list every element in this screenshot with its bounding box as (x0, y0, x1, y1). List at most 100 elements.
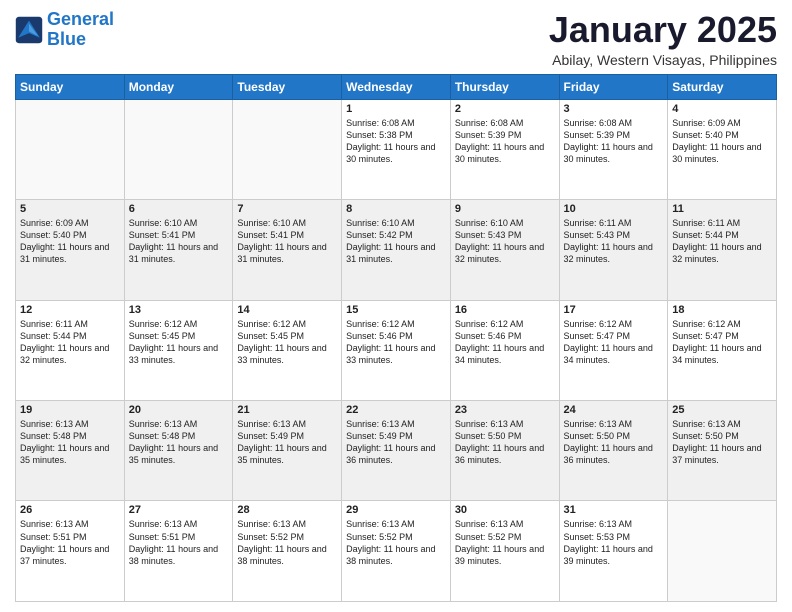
day-cell-24: 24Sunrise: 6:13 AMSunset: 5:50 PMDayligh… (559, 401, 668, 501)
daylight-text: Daylight: 11 hours and 36 minutes. (455, 443, 544, 465)
week-row-5: 26 Sunrise: 6:13 AM Sunset: 5:51 PM Dayligh… (16, 501, 777, 602)
daylight-text: Daylight: 11 hours and 34 minutes. (672, 343, 761, 365)
sunset-text: Sunset: 5:51 PM (20, 532, 87, 542)
day-number: 14 (237, 304, 337, 316)
day-cell-20: 20Sunrise: 6:13 AMSunset: 5:48 PMDayligh… (124, 401, 233, 501)
day-cell-6: 6Sunrise: 6:10 AMSunset: 5:41 PMDaylight… (124, 200, 233, 300)
day-cell-22: 22Sunrise: 6:13 AMSunset: 5:49 PMDayligh… (342, 401, 451, 501)
day-info: Sunrise: 6:13 AMSunset: 5:52 PMDaylight:… (237, 518, 337, 567)
sunrise-text: Sunrise: 6:11 AM (20, 319, 88, 329)
day-number: 23 (455, 404, 555, 416)
sunset-text: Sunset: 5:42 PM (346, 230, 413, 240)
page: General Blue January 2025 Abilay, Wester… (0, 0, 792, 612)
day-number: 15 (346, 304, 446, 316)
day-number: 31 (564, 504, 664, 516)
sunset-text: Sunset: 5:47 PM (564, 331, 631, 341)
day-cell-25: 25Sunrise: 6:13 AMSunset: 5:50 PMDayligh… (668, 401, 777, 501)
day-cell-13: 13Sunrise: 6:12 AMSunset: 5:45 PMDayligh… (124, 300, 233, 400)
sunset-text: Sunset: 5:49 PM (237, 431, 304, 441)
sunrise-text: Sunrise: 6:12 AM (129, 319, 198, 329)
day-number: 26 (20, 504, 120, 516)
col-header-thursday: Thursday (450, 74, 559, 99)
daylight-text: Daylight: 11 hours and 31 minutes. (237, 242, 326, 264)
day-info: Sunrise: 6:08 AMSunset: 5:38 PMDaylight:… (346, 117, 446, 166)
logo-line2: Blue (47, 30, 114, 50)
sunset-text: Sunset: 5:45 PM (237, 331, 304, 341)
day-info: Sunrise: 6:13 AMSunset: 5:50 PMDaylight:… (564, 418, 664, 467)
day-info: Sunrise: 6:12 AMSunset: 5:46 PMDaylight:… (455, 318, 555, 367)
sunrise-text: Sunrise: 6:13 AM (455, 419, 524, 429)
sunset-text: Sunset: 5:40 PM (20, 230, 87, 240)
sunset-text: Sunset: 5:47 PM (672, 331, 739, 341)
day-cell-5: 5Sunrise: 6:09 AMSunset: 5:40 PMDaylight… (16, 200, 125, 300)
daylight-text: Daylight: 11 hours and 35 minutes. (237, 443, 326, 465)
sunrise-text: Sunrise: 6:10 AM (346, 218, 415, 228)
day-number: 29 (346, 504, 446, 516)
title-block: January 2025 Abilay, Western Visayas, Ph… (549, 10, 777, 68)
day-number: 18 (672, 304, 772, 316)
subtitle: Abilay, Western Visayas, Philippines (549, 52, 777, 68)
sunrise-text: Sunrise: 6:13 AM (20, 419, 89, 429)
sunset-text: Sunset: 5:53 PM (564, 532, 631, 542)
day-cell-23: 23 Sunrise: 6:13 AMSunset: 5:50 PMDayligh… (450, 401, 559, 501)
daylight-text: Daylight: 11 hours and 32 minutes. (672, 242, 761, 264)
day-number: 28 (237, 504, 337, 516)
day-info: Sunrise: 6:08 AMSunset: 5:39 PMDaylight:… (564, 117, 664, 166)
day-number: 4 (672, 103, 772, 115)
sunrise-text: Sunrise: 6:13 AM (237, 519, 306, 529)
sunrise-text: Sunrise: 6:13 AM (346, 519, 415, 529)
daylight-text: Daylight: 11 hours and 33 minutes. (129, 343, 218, 365)
sunrise-text: Sunrise: 6:13 AM (346, 419, 415, 429)
sunrise-text: Sunrise: 6:08 AM (564, 118, 633, 128)
col-header-tuesday: Tuesday (233, 74, 342, 99)
day-cell-27: 27Sunrise: 6:13 AMSunset: 5:51 PMDayligh… (124, 501, 233, 602)
day-info: Sunrise: 6:13 AM Sunset: 5:48 PM Daylight:… (20, 418, 120, 467)
day-cell-15: 15Sunrise: 6:12 AMSunset: 5:46 PMDayligh… (342, 300, 451, 400)
sunset-text: Sunset: 5:40 PM (672, 130, 739, 140)
header: General Blue January 2025 Abilay, Wester… (15, 10, 777, 68)
day-cell-26: 26Sunrise: 6:13 AMSunset: 5:51 PMDayligh… (16, 501, 125, 602)
day-cell-31: 31Sunrise: 6:13 AMSunset: 5:53 PMDayligh… (559, 501, 668, 602)
sunrise-text: Sunrise: 6:13 AM (129, 519, 198, 529)
day-cell-28: 28 Sunrise: 6:13 AMSunset: 5:52 PMDayligh… (233, 501, 342, 602)
sunset-text: Sunset: 5:41 PM (237, 230, 304, 240)
week-row-3: 12 Sunrise: 6:11 AM Sunset: 5:44 PM Dayligh… (16, 300, 777, 400)
day-info: Sunrise: 6:11 AMSunset: 5:44 PMDaylight:… (672, 217, 772, 266)
day-cell-29: 29 Sunrise: 6:13 AMSunset: 5:52 PMDayligh… (342, 501, 451, 602)
sunrise-text: Sunrise: 6:09 AM (20, 218, 89, 228)
daylight-text: Daylight: 11 hours and 32 minutes. (20, 343, 109, 365)
day-info: Sunrise: 6:13 AMSunset: 5:49 PMDaylight:… (237, 418, 337, 467)
sunset-text: Sunset: 5:44 PM (20, 331, 87, 341)
day-cell-9: 9Sunrise: 6:10 AMSunset: 5:43 PMDaylight… (450, 200, 559, 300)
day-info: Sunrise: 6:11 AMSunset: 5:43 PMDaylight:… (564, 217, 664, 266)
day-number: 12 (20, 304, 120, 316)
day-info: Sunrise: 6:13 AMSunset: 5:52 PMDaylight:… (346, 518, 446, 567)
sunrise-text: Sunrise: 6:12 AM (237, 319, 306, 329)
daylight-text: Daylight: 11 hours and 39 minutes. (564, 544, 653, 566)
sunrise-text: Sunrise: 6:08 AM (346, 118, 415, 128)
daylight-text: Daylight: 11 hours and 32 minutes. (455, 242, 544, 264)
week-row-1: 1Sunrise: 6:08 AMSunset: 5:38 PMDaylight… (16, 99, 777, 199)
day-info: Sunrise: 6:12 AMSunset: 5:45 PMDaylight:… (237, 318, 337, 367)
day-info: Sunrise: 6:12 AMSunset: 5:47 PMDaylight:… (564, 318, 664, 367)
day-info: Sunrise: 6:13 AMSunset: 5:50 PMDaylight:… (455, 418, 555, 467)
daylight-text: Daylight: 11 hours and 35 minutes. (20, 443, 109, 465)
day-number: 21 (237, 404, 337, 416)
sunrise-text: Sunrise: 6:13 AM (129, 419, 198, 429)
sunset-text: Sunset: 5:48 PM (129, 431, 196, 441)
day-number: 8 (346, 203, 446, 215)
daylight-text: Daylight: 11 hours and 31 minutes. (129, 242, 218, 264)
day-info: Sunrise: 6:11 AM Sunset: 5:44 PM Daylight:… (20, 318, 120, 367)
sunrise-text: Sunrise: 6:09 AM (672, 118, 741, 128)
daylight-text: Daylight: 11 hours and 36 minutes. (346, 443, 435, 465)
day-cell-3: 3Sunrise: 6:08 AMSunset: 5:39 PMDaylight… (559, 99, 668, 199)
day-info: Sunrise: 6:08 AMSunset: 5:39 PMDaylight:… (455, 117, 555, 166)
sunrise-text: Sunrise: 6:11 AM (672, 218, 740, 228)
col-header-wednesday: Wednesday (342, 74, 451, 99)
day-cell-17: 17Sunrise: 6:12 AMSunset: 5:47 PMDayligh… (559, 300, 668, 400)
day-info: Sunrise: 6:10 AMSunset: 5:42 PMDaylight:… (346, 217, 446, 266)
sunset-text: Sunset: 5:48 PM (20, 431, 87, 441)
day-number: 22 (346, 404, 446, 416)
daylight-text: Daylight: 11 hours and 38 minutes. (129, 544, 218, 566)
day-number: 20 (129, 404, 229, 416)
